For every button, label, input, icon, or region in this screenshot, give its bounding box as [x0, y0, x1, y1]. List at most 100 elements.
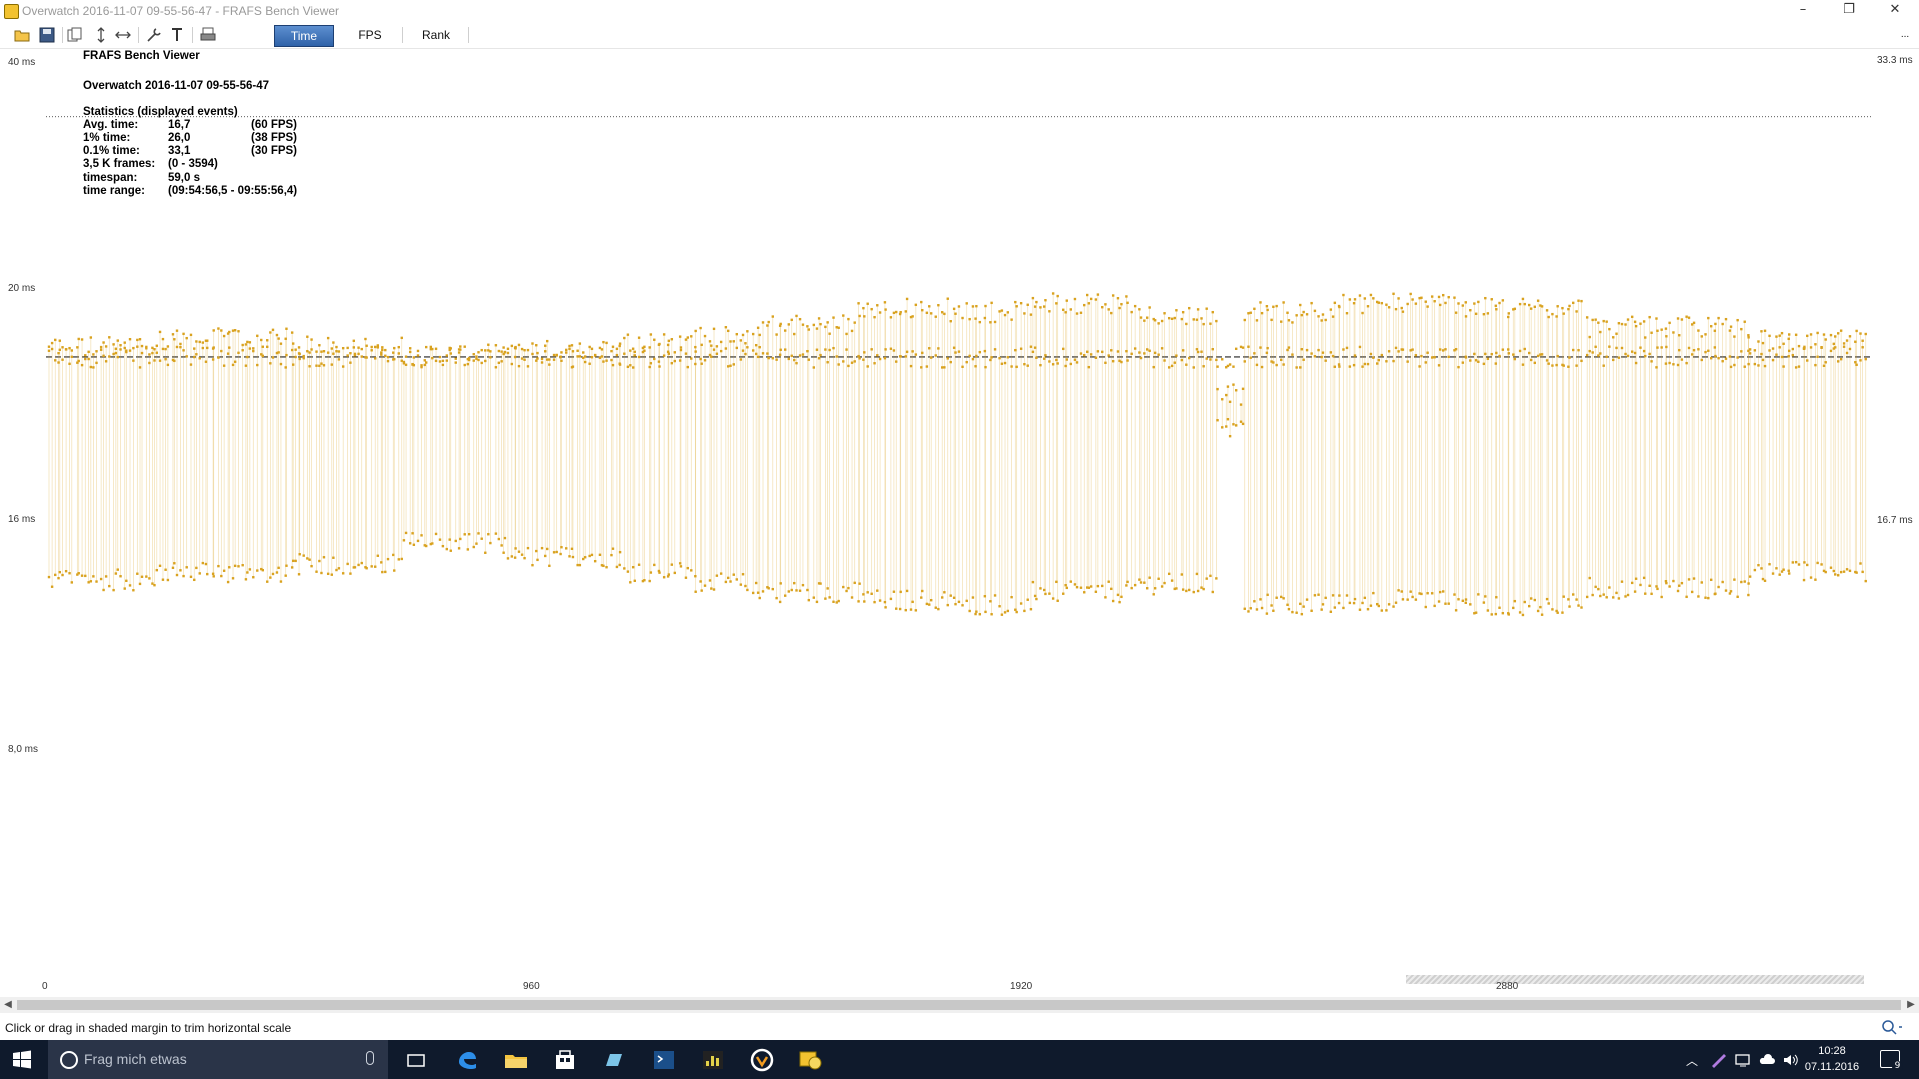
- pen-icon[interactable]: [1710, 1052, 1728, 1068]
- frame-point: [393, 569, 396, 572]
- frame-point: [506, 557, 510, 560]
- frafs-icon[interactable]: [797, 1046, 825, 1074]
- toolbar-overflow-button[interactable]: ...: [1896, 25, 1914, 45]
- cloud-icon[interactable]: [1758, 1052, 1776, 1068]
- frame-point: [1692, 577, 1696, 580]
- frame-point: [1733, 578, 1736, 581]
- frame-point: [1253, 352, 1256, 355]
- explorer-icon[interactable]: [502, 1046, 530, 1074]
- frame-point: [1426, 351, 1429, 354]
- wrench-icon[interactable]: [145, 26, 163, 44]
- frame-point: [751, 349, 755, 352]
- frame-point: [1791, 347, 1795, 351]
- minimize-button[interactable]: –: [1780, 0, 1826, 22]
- scroll-right-icon[interactable]: ▶: [1903, 997, 1919, 1013]
- close-button[interactable]: ✕: [1872, 0, 1918, 22]
- frame-point: [148, 361, 151, 365]
- frame-point: [1794, 366, 1798, 369]
- frame-point: [544, 350, 547, 353]
- frame-point: [1221, 358, 1224, 361]
- scrollbar-thumb[interactable]: [17, 1000, 1901, 1010]
- frame-point: [807, 328, 811, 331]
- stats-icon[interactable]: [699, 1046, 727, 1074]
- frame-point: [847, 364, 850, 368]
- fit-vertical-icon[interactable]: [92, 26, 110, 44]
- microphone-icon[interactable]: [366, 1051, 374, 1065]
- terminal-icon[interactable]: [650, 1046, 678, 1074]
- frame-point: [1704, 333, 1707, 336]
- frame-point: [990, 356, 993, 359]
- frame-point: [1444, 602, 1447, 605]
- frame-point: [1280, 358, 1283, 362]
- tab-rank[interactable]: Rank: [408, 25, 464, 45]
- frame-point: [535, 344, 538, 347]
- volume-icon[interactable]: [1782, 1052, 1800, 1068]
- frame-point: [1820, 563, 1823, 566]
- frame-point: [735, 578, 738, 581]
- fit-horizontal-icon[interactable]: [114, 26, 132, 44]
- maximize-button[interactable]: ❐: [1826, 0, 1872, 22]
- text-icon[interactable]: [168, 26, 186, 44]
- frame-point: [806, 588, 809, 592]
- frame-point: [724, 580, 728, 584]
- frame-point: [1139, 316, 1143, 319]
- frame-point: [1253, 600, 1256, 603]
- frame-point: [602, 360, 605, 363]
- frame-point: [1707, 316, 1710, 320]
- frame-point: [884, 308, 887, 311]
- tray-chevron-icon[interactable]: ︿: [1686, 1052, 1698, 1069]
- frame-point: [1634, 324, 1638, 328]
- frame-point: [1444, 301, 1447, 305]
- network-icon[interactable]: [1734, 1052, 1752, 1068]
- frame-point: [364, 337, 367, 341]
- frame-point: [277, 337, 280, 340]
- copy-icon[interactable]: [66, 26, 84, 44]
- frame-point: [1324, 596, 1327, 600]
- frame-point: [1196, 308, 1200, 311]
- task-view-icon[interactable]: [402, 1046, 430, 1074]
- windows-start-icon[interactable]: [12, 1050, 32, 1070]
- frame-point: [610, 553, 613, 557]
- save-icon[interactable]: [38, 26, 56, 44]
- frame-point: [565, 547, 568, 550]
- frame-point: [1035, 356, 1038, 359]
- tab-fps[interactable]: FPS: [342, 25, 398, 45]
- frame-point: [626, 365, 630, 369]
- store-icon[interactable]: [551, 1046, 579, 1074]
- frame-point: [185, 566, 188, 569]
- frame-point: [1806, 334, 1809, 338]
- overwatch-icon[interactable]: [748, 1046, 776, 1074]
- frame-point: [1575, 598, 1578, 601]
- frame-point: [1473, 352, 1476, 356]
- frame-point: [1338, 365, 1341, 368]
- taskbar-clock[interactable]: 10:28 07.11.2016: [1804, 1043, 1860, 1075]
- search-box[interactable]: Frag mich etwas: [48, 1040, 388, 1079]
- frame-point: [1660, 328, 1663, 331]
- frame-point: [978, 320, 982, 324]
- frame-point: [1167, 366, 1171, 369]
- frame-point: [790, 588, 793, 592]
- frame-point: [1430, 592, 1434, 595]
- app-icon: [4, 4, 19, 19]
- frame-series-segment: [1243, 301, 1341, 616]
- frame-point: [1228, 400, 1232, 404]
- frame-point: [1372, 591, 1375, 595]
- frame-point: [853, 581, 856, 585]
- frame-point: [1300, 612, 1304, 616]
- horizontal-scrollbar[interactable]: ◀ ▶: [0, 997, 1919, 1013]
- scroll-left-icon[interactable]: ◀: [0, 997, 16, 1013]
- frame-point: [1116, 297, 1120, 300]
- open-icon[interactable]: [13, 26, 31, 44]
- frame-point: [1778, 573, 1781, 576]
- edge-icon[interactable]: [453, 1046, 481, 1074]
- trim-margin-shade[interactable]: [1406, 975, 1864, 984]
- tab-time[interactable]: Time: [274, 25, 334, 47]
- frame-point: [694, 329, 697, 333]
- zoom-icon[interactable]: [1880, 1019, 1904, 1035]
- frame-point: [1401, 310, 1405, 313]
- frame-point: [909, 364, 913, 368]
- app-icon[interactable]: [600, 1046, 628, 1074]
- notification-center-icon[interactable]: 9: [1880, 1050, 1903, 1072]
- frame-point: [895, 310, 898, 314]
- print-icon[interactable]: [199, 26, 217, 44]
